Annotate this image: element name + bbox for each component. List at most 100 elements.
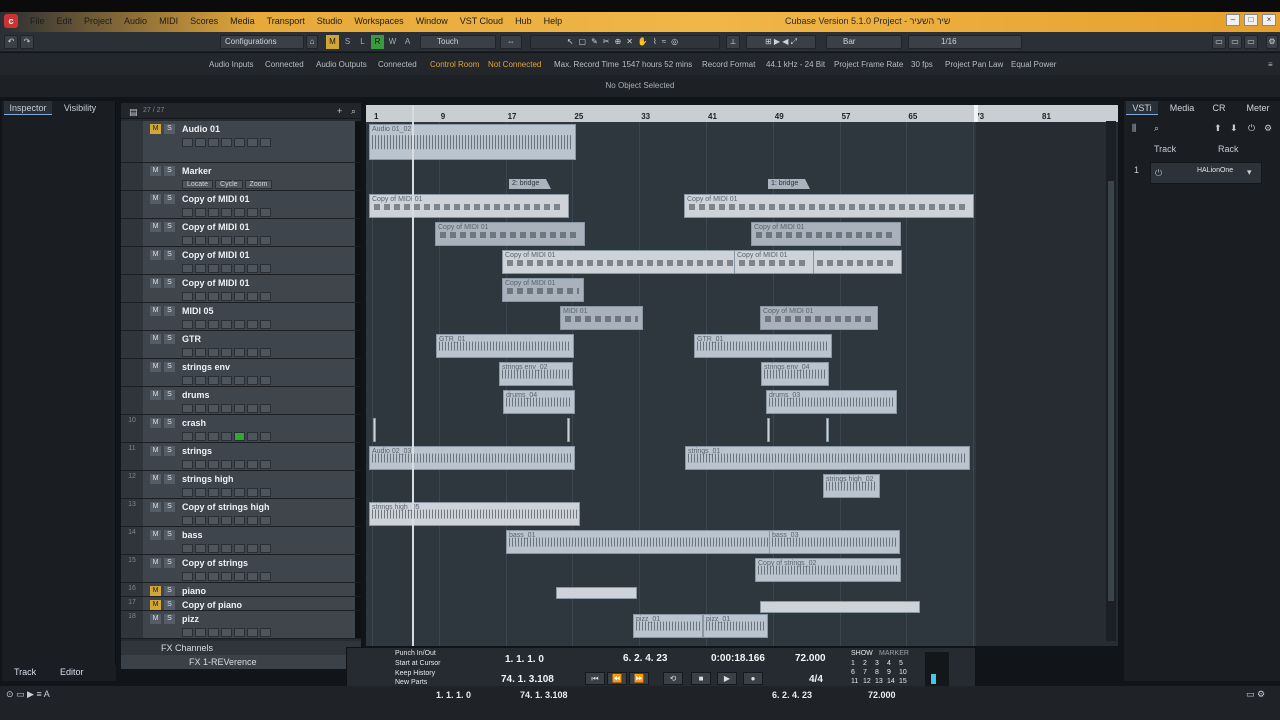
event-unnamed[interactable] (373, 418, 376, 442)
track-lane-button[interactable] (260, 404, 271, 413)
event-bass2[interactable]: bass_03 (769, 530, 900, 554)
event-senv2[interactable]: strings env_04 (761, 362, 829, 386)
track-write-button[interactable] (247, 404, 258, 413)
event-midi05b[interactable]: Copy of MIDI 01 (760, 306, 878, 330)
track-record-button[interactable] (182, 628, 193, 637)
marker-number-button[interactable]: 14 (887, 678, 895, 685)
tempo-value[interactable]: 72.000 (795, 653, 826, 664)
event-display[interactable]: 1 9 17 25 33 41 49 57 65 73 81 Audio 01_02 Copy of… (366, 105, 1118, 646)
track-edit-button[interactable] (208, 320, 219, 329)
close-icon[interactable]: × (1262, 14, 1276, 26)
mute-button[interactable]: M (150, 502, 161, 512)
layout-bottom-icon[interactable]: ▭ (1228, 35, 1242, 49)
project-cursor[interactable] (412, 105, 414, 646)
solo-button[interactable]: S (164, 614, 175, 624)
track-read-button[interactable] (234, 544, 245, 553)
marker-number-button[interactable]: 3 (875, 660, 879, 667)
event-midi05a[interactable]: MIDI 01 (560, 306, 643, 330)
snap-icon[interactable]: ⟂ (726, 35, 740, 49)
event-csh1[interactable]: strings high_05 (369, 502, 580, 526)
track-write-button[interactable] (247, 292, 258, 301)
track-monitor-button[interactable] (195, 376, 206, 385)
marker-number-button[interactable]: 1 (851, 660, 855, 667)
event-str1[interactable]: Audio 02_03 (369, 446, 575, 470)
track-monitor-button[interactable] (195, 516, 206, 525)
solo-button[interactable]: S (164, 362, 175, 372)
toggle-solo[interactable]: S (341, 35, 354, 49)
track-name[interactable]: Copy of strings high (182, 502, 270, 512)
menu-audio[interactable]: Audio (118, 16, 153, 26)
quantize-dropdown[interactable]: 1/16 (908, 35, 1022, 49)
track-name[interactable]: strings high (182, 474, 234, 484)
tool-palette[interactable]: ↖▢✎✂⊕✕✋⌇≈◎ (530, 35, 720, 49)
track-monitor-button[interactable] (195, 348, 206, 357)
track-name[interactable]: piano (182, 586, 206, 596)
chevron-down-icon[interactable]: ▾ (1247, 167, 1252, 178)
track-lane-button[interactable] (260, 208, 271, 217)
mute-button[interactable]: M (150, 446, 161, 456)
track-monitor-button[interactable] (195, 264, 206, 273)
bottom-tempo[interactable]: 72.000 (868, 690, 896, 700)
track-name[interactable]: crash (182, 418, 206, 428)
power-icon[interactable]: ⏻ (1248, 123, 1255, 134)
right-locator[interactable]: 74. 1. 3.108 (501, 674, 554, 685)
undo-icon[interactable]: ↶ (4, 35, 18, 49)
track-row[interactable]: M S drums (121, 387, 361, 415)
mute-button[interactable]: M (150, 166, 161, 176)
track-record-button[interactable] (182, 544, 193, 553)
track-lane-button[interactable] (260, 292, 271, 301)
track-edit-button[interactable] (208, 236, 219, 245)
vsti-add-icon[interactable]: ⫼ (1132, 123, 1136, 134)
track-record-button[interactable] (182, 488, 193, 497)
track-write-button[interactable] (247, 320, 258, 329)
bottom-left-locator[interactable]: 1. 1. 1. 0 (436, 690, 471, 700)
mute-button[interactable]: M (150, 194, 161, 204)
tab-visibility[interactable]: Visibility (56, 101, 104, 115)
tab-editor[interactable]: Editor (60, 667, 84, 677)
track-name[interactable]: Copy of MIDI 01 (182, 250, 250, 260)
track-read-button[interactable] (234, 264, 245, 273)
track-name[interactable]: Audio 01 (182, 124, 220, 134)
cycle-icon[interactable]: ⟲ (663, 672, 683, 685)
track-lane-button[interactable] (260, 544, 271, 553)
track-bypass-button[interactable] (221, 404, 232, 413)
track-read-button[interactable] (234, 460, 245, 469)
event-copy1b[interactable]: Copy of MIDI 01 (684, 194, 974, 218)
gear-icon[interactable]: ⚙ (1264, 123, 1272, 134)
marker-number-button[interactable]: 15 (899, 678, 907, 685)
track-row[interactable]: M S Copy of MIDI 01 (121, 247, 361, 275)
marker-number-button[interactable]: 11 (851, 678, 858, 685)
toggle-listen[interactable]: L (356, 35, 369, 49)
track-read-button[interactable] (234, 376, 245, 385)
track-record-button[interactable] (182, 432, 193, 441)
track-read-button[interactable] (234, 320, 245, 329)
vertical-scrollbar[interactable] (1106, 121, 1116, 641)
track-monitor-button[interactable] (195, 460, 206, 469)
track-record-button[interactable] (182, 572, 193, 581)
show-label[interactable]: SHOW (851, 650, 873, 657)
track-monitor-button[interactable] (195, 292, 206, 301)
record-format-value[interactable]: 44.1 kHz - 24 Bit (766, 60, 825, 69)
track-name[interactable]: Copy of MIDI 01 (182, 278, 250, 288)
minimize-icon[interactable]: – (1226, 14, 1240, 26)
event-copy3a[interactable]: Copy of MIDI 01 (502, 250, 902, 274)
track-bypass-button[interactable] (221, 572, 232, 581)
track-row[interactable]: M S strings env (121, 359, 361, 387)
folder-fx-channels[interactable]: FX Channels (121, 641, 361, 655)
event-pizz2[interactable]: pizz_01 (703, 614, 768, 638)
marker-number-button[interactable]: 8 (875, 669, 879, 676)
track-record-button[interactable] (182, 292, 193, 301)
track-row[interactable]: 16 M S piano (121, 583, 361, 597)
pan-law-value[interactable]: Equal Power (1011, 60, 1056, 69)
event-sh1[interactable]: strings high_02 (823, 474, 880, 498)
marker-number-button[interactable]: 10 (899, 669, 907, 676)
track-write-button[interactable] (247, 516, 258, 525)
track-name[interactable]: bass (182, 530, 203, 540)
vsti-power-icon[interactable]: ⏻ (1155, 168, 1162, 179)
transport-settings-icon[interactable]: ▭ ⚙ (1246, 689, 1265, 700)
mute-button[interactable]: M (150, 250, 161, 260)
arrow-down-icon[interactable]: ⬇ (1230, 123, 1238, 134)
track-read-button[interactable] (234, 138, 245, 147)
configurations-dropdown[interactable]: Configurations (220, 35, 304, 49)
redo-icon[interactable]: ↷ (20, 35, 34, 49)
